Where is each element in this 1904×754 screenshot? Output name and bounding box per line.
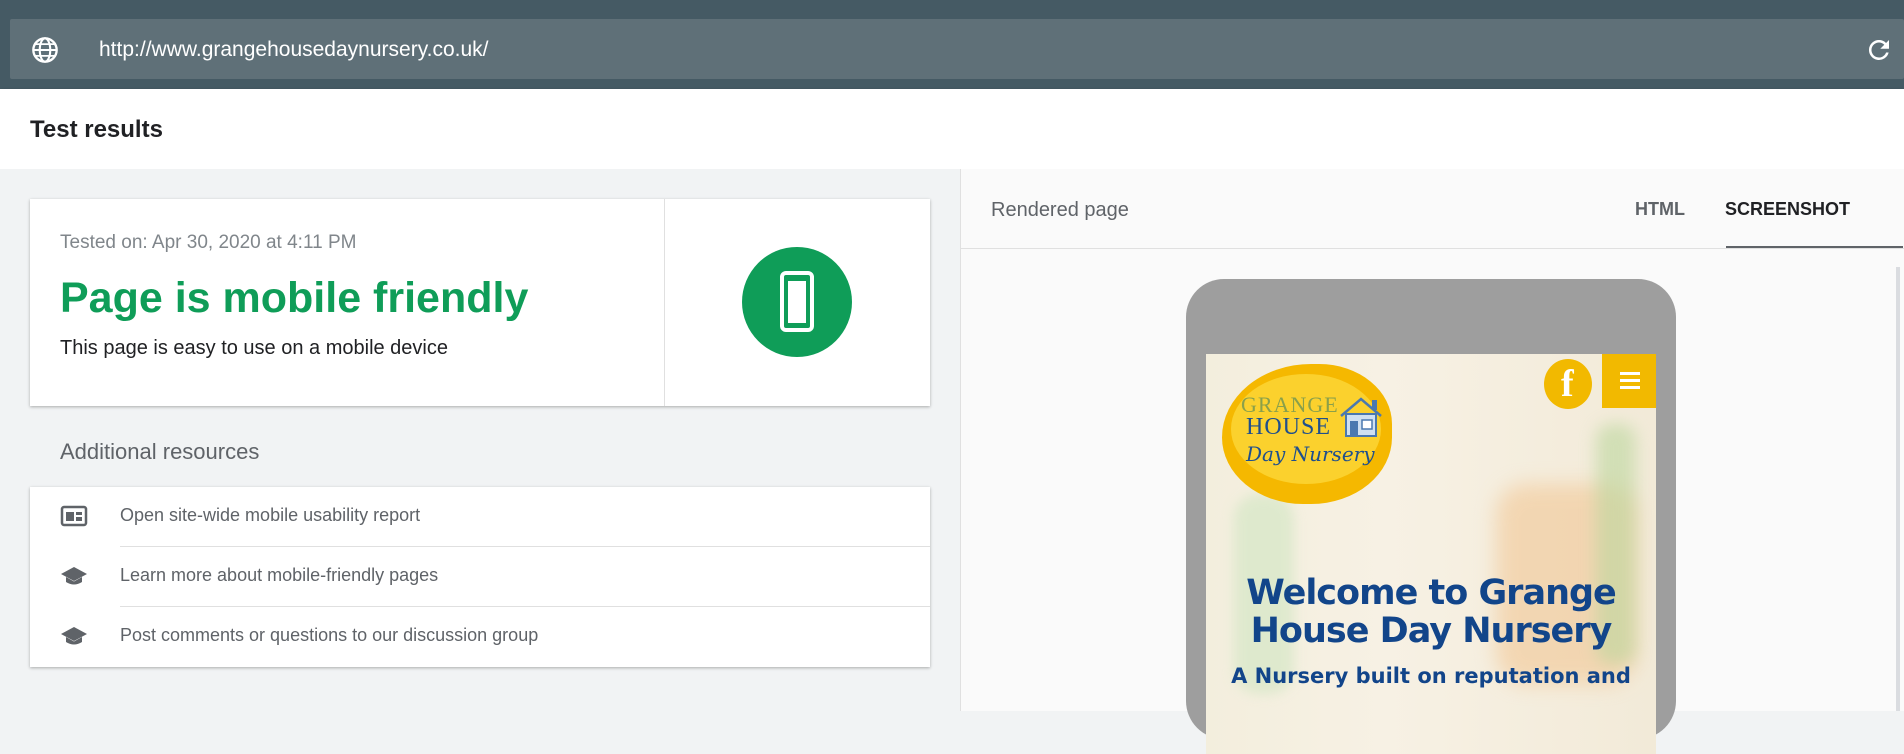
left-pane: Tested on: Apr 30, 2020 at 4:11 PM Page …: [0, 169, 960, 711]
rendered-page-panel: Rendered page HTML SCREENSHOT GRANGE HOU…: [960, 169, 1904, 754]
hamburger-menu-icon[interactable]: [1602, 354, 1656, 408]
resource-item-discussion-group[interactable]: Post comments or questions to our discus…: [30, 607, 930, 667]
url-text[interactable]: http://www.grangehousedaynursery.co.uk/: [99, 37, 489, 63]
facebook-icon[interactable]: f: [1544, 359, 1592, 409]
result-description: This page is easy to use on a mobile dev…: [60, 337, 448, 359]
summary-card: Tested on: Apr 30, 2020 at 4:11 PM Page …: [30, 199, 930, 406]
smartphone-icon: [742, 247, 852, 357]
results-title: Test results: [30, 116, 163, 143]
resource-item-usability-report[interactable]: Open site-wide mobile usability report: [30, 487, 930, 547]
rendered-page-label: Rendered page: [991, 199, 1129, 221]
school-icon: [61, 567, 87, 585]
resource-label: Learn more about mobile-friendly pages: [120, 565, 439, 585]
house-icon: [1340, 397, 1382, 437]
resource-label: Open site-wide mobile usability report: [120, 505, 421, 525]
logo-text-house: HOUSE: [1246, 414, 1332, 440]
site-welcome-heading: Welcome to Grange House Day Nursery: [1246, 573, 1617, 651]
panel-scrollbar[interactable]: [1896, 267, 1900, 711]
card-divider: [664, 199, 665, 406]
resource-label: Post comments or questions to our discus…: [120, 625, 539, 645]
resource-item-learn-more[interactable]: Learn more about mobile-friendly pages: [30, 547, 930, 607]
rendered-screenshot: GRANGE HOUSE Day Nursery f Welcome to Gr…: [1206, 354, 1656, 754]
school-icon: [61, 627, 87, 645]
tested-on-text: Tested on: Apr 30, 2020 at 4:11 PM: [60, 232, 357, 253]
facebook-glyph: f: [1561, 363, 1574, 405]
resources-list: Open site-wide mobile usability report L…: [30, 487, 930, 667]
refresh-icon[interactable]: [1864, 35, 1894, 65]
site-subheading: A Nursery built on reputation and: [1231, 664, 1631, 688]
result-headline: Page is mobile friendly: [60, 274, 529, 322]
phone-frame: GRANGE HOUSE Day Nursery f Welcome to Gr…: [1186, 279, 1676, 754]
additional-resources-heading: Additional resources: [60, 439, 260, 464]
tab-screenshot[interactable]: SCREENSHOT: [1725, 199, 1850, 220]
active-tab-indicator: [1726, 246, 1903, 248]
logo-text-day-nursery: Day Nursery: [1246, 442, 1375, 466]
results-header: Test results: [0, 89, 1904, 169]
tab-html[interactable]: HTML: [1635, 199, 1685, 220]
report-icon: [60, 505, 88, 527]
globe-icon: [32, 37, 58, 63]
rendered-panel-header: Rendered page HTML SCREENSHOT: [961, 169, 1904, 249]
